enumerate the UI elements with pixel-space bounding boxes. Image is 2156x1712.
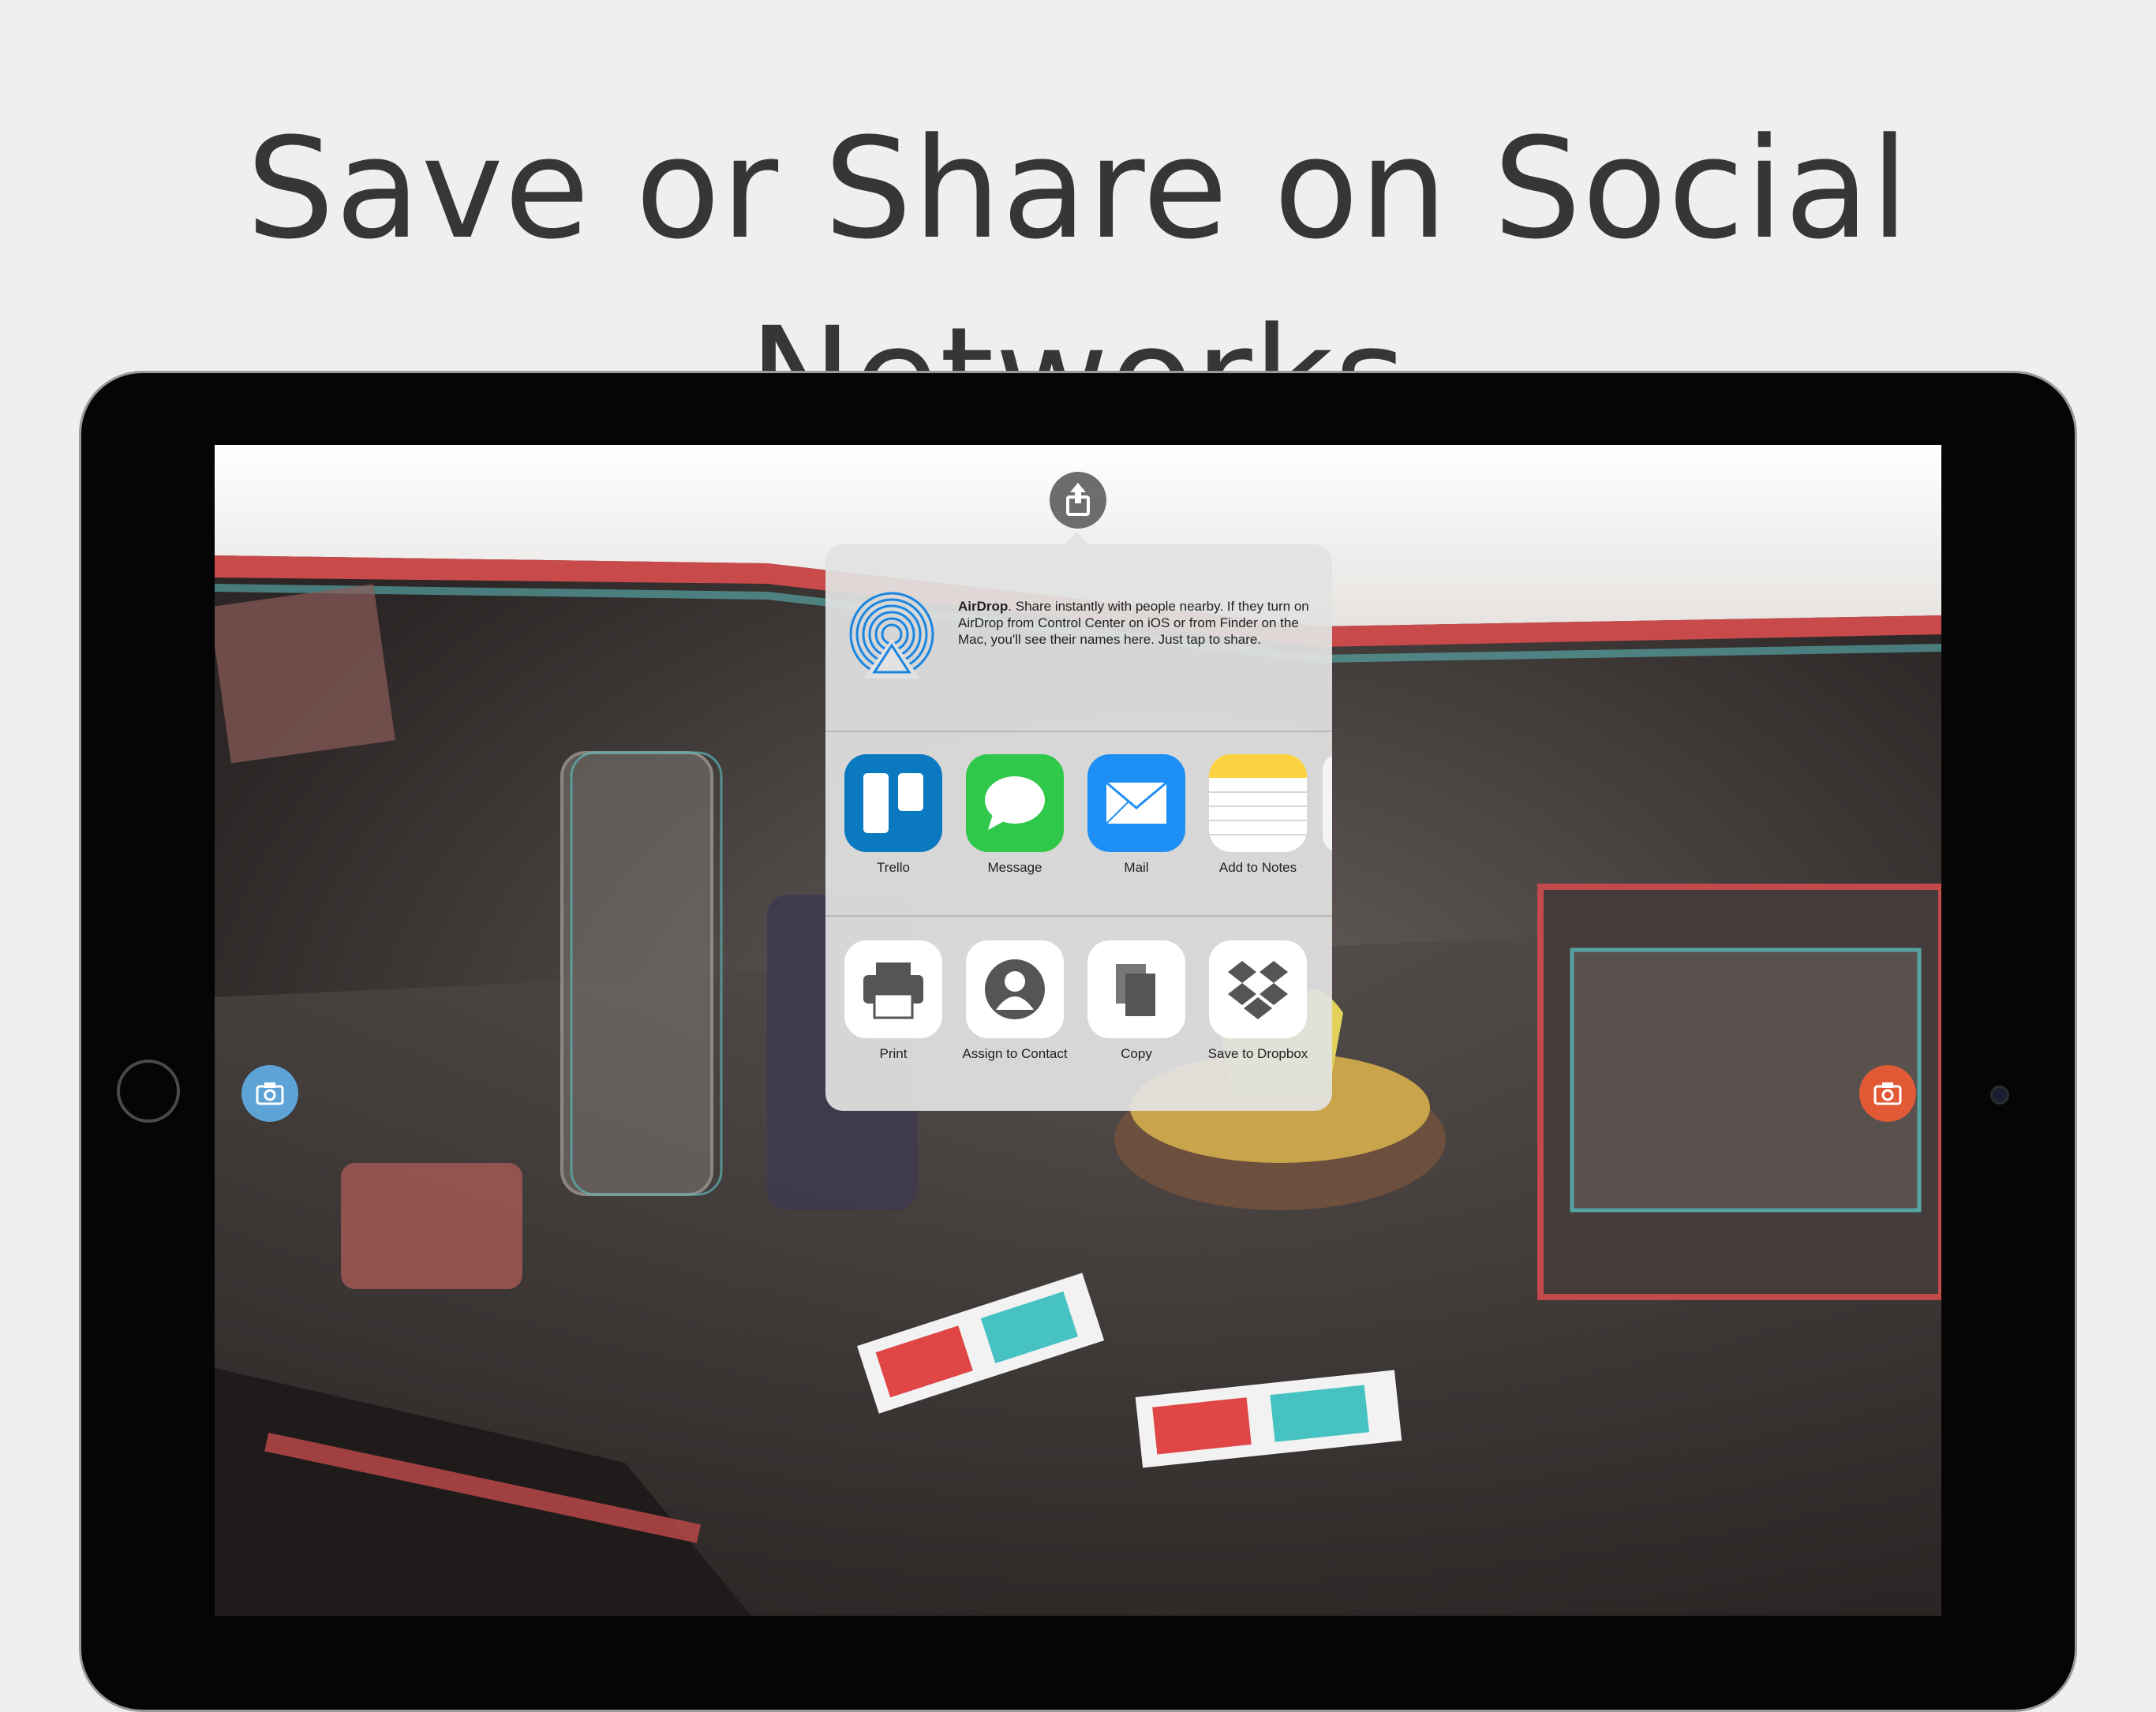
front-camera (1990, 1086, 2009, 1105)
camera-icon (256, 1082, 284, 1105)
printer-icon (844, 940, 942, 1038)
action-label: Copy (1121, 1046, 1152, 1061)
share-app-label: Trello (877, 860, 910, 875)
app-screen: AirDrop. Share instantly with people nea… (215, 445, 1941, 1616)
left-camera-button[interactable] (241, 1065, 298, 1122)
contact-icon (966, 940, 1064, 1038)
airdrop-section[interactable]: AirDrop. Share instantly with people nea… (825, 544, 1332, 732)
mail-icon (1087, 754, 1185, 852)
share-button[interactable] (1050, 472, 1106, 529)
messages-icon (966, 754, 1064, 852)
share-app-message[interactable]: Message (956, 754, 1074, 876)
next-app-peek[interactable] (1323, 754, 1332, 852)
trello-icon (844, 754, 942, 852)
home-button[interactable] (117, 1060, 180, 1123)
airdrop-icon (849, 592, 934, 678)
copy-icon (1087, 940, 1185, 1038)
action-print[interactable]: Print (834, 940, 953, 1062)
action-copy[interactable]: Copy (1077, 940, 1196, 1062)
share-app-label: Mail (1124, 860, 1149, 875)
notes-icon (1209, 754, 1307, 852)
right-camera-button[interactable] (1859, 1065, 1916, 1122)
action-assign-contact[interactable]: Assign to Contact (956, 940, 1074, 1062)
share-app-label: Message (987, 860, 1042, 875)
share-icon (1066, 483, 1090, 516)
share-app-label: Add to Notes (1218, 860, 1297, 875)
share-app-trello[interactable]: Trello (834, 754, 953, 876)
action-label: Print (879, 1046, 908, 1061)
camera-icon (1873, 1082, 1902, 1105)
share-app-mail[interactable]: Mail (1077, 754, 1196, 876)
share-app-notes[interactable]: Add to Notes (1199, 754, 1317, 876)
action-save-dropbox[interactable]: Save to Dropbox (1199, 940, 1317, 1062)
dropbox-icon (1209, 940, 1307, 1038)
action-label: Save to Dropbox (1207, 1046, 1308, 1061)
share-sheet: AirDrop. Share instantly with people nea… (825, 544, 1332, 1111)
share-actions-row: Print Assign to Contact Copy Save to Dro… (825, 917, 1332, 1101)
share-apps-row: Trello Message Mail Add to Notes (825, 731, 1332, 917)
airdrop-body: . Share instantly with people nearby. If… (958, 599, 1309, 647)
airdrop-description: AirDrop. Share instantly with people nea… (958, 598, 1312, 648)
airdrop-title: AirDrop (958, 599, 1009, 614)
action-label: Assign to Contact (962, 1046, 1068, 1061)
